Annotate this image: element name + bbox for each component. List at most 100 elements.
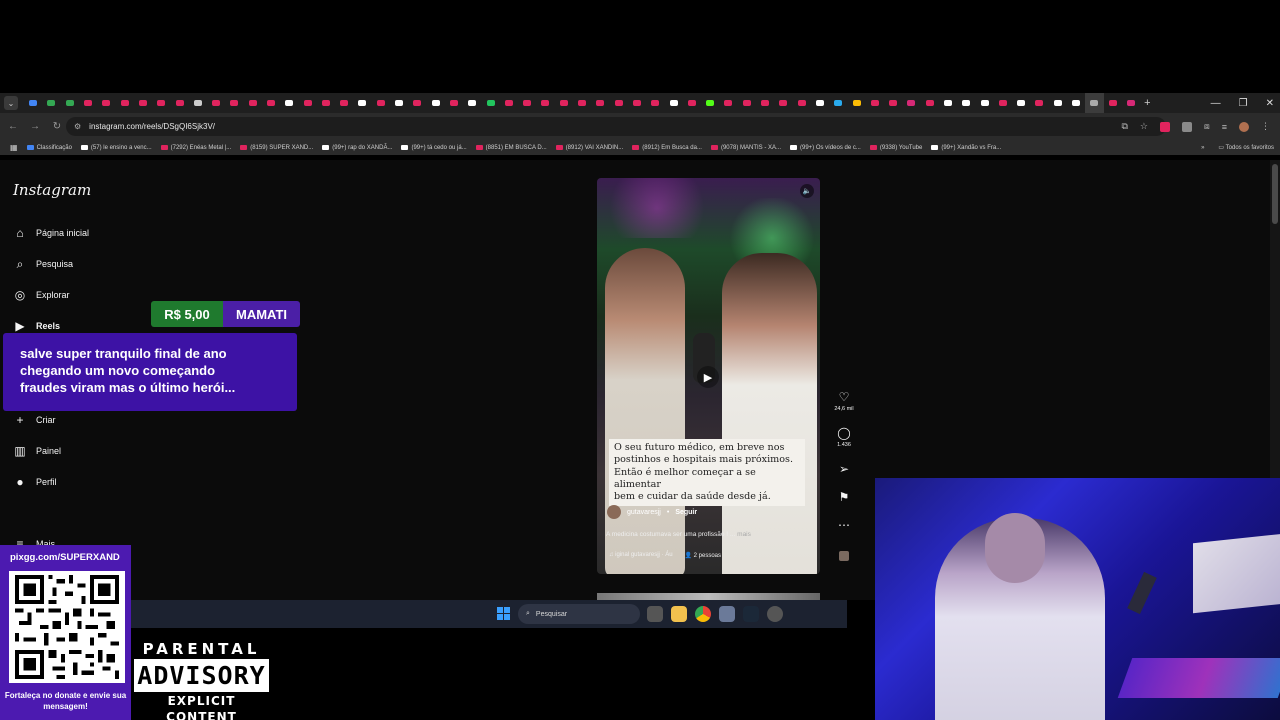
browser-tab[interactable] <box>390 93 408 113</box>
menu-kebab-icon[interactable]: ⋮ <box>1261 121 1270 132</box>
browser-tab[interactable] <box>902 93 920 113</box>
more-options-button[interactable]: ⋯ <box>832 518 856 532</box>
browser-tab[interactable] <box>79 93 97 113</box>
reload-icon[interactable]: ↻ <box>52 121 62 132</box>
steam-icon[interactable] <box>743 606 759 622</box>
browser-tab[interactable] <box>555 93 573 113</box>
youtube-extension-icon[interactable] <box>1160 121 1170 132</box>
taskbar-search[interactable]: ⌕ Pesquisar <box>518 604 640 624</box>
back-icon[interactable]: ← <box>8 121 18 132</box>
more-bookmarks-icon[interactable]: » <box>1201 145 1204 151</box>
browser-tab[interactable] <box>701 93 719 113</box>
omnibox[interactable]: ⚙ instagram.com/reels/DSgQI6Sjk3V/ <box>66 117 1166 136</box>
bookmark-item[interactable]: (8159) SUPER XAND... <box>240 145 313 151</box>
browser-tab[interactable] <box>646 93 664 113</box>
close-window-icon[interactable]: ✕ <box>1266 98 1274 109</box>
bookmark-star-icon[interactable]: ☆ <box>1140 121 1148 132</box>
bookmark-item[interactable]: (99+) tá cedo ou já... <box>401 145 467 151</box>
minimize-icon[interactable]: — <box>1211 98 1221 109</box>
browser-tab[interactable] <box>1049 93 1067 113</box>
browser-tab[interactable] <box>335 93 353 113</box>
bookmark-item[interactable]: (57) le ensino a venc... <box>80 145 152 151</box>
maximize-icon[interactable]: ❐ <box>1239 98 1248 109</box>
audio-label[interactable]: ♫ iginal gutavaresjj · Áu <box>609 552 673 559</box>
browser-tab[interactable] <box>866 93 884 113</box>
task-view-icon[interactable] <box>647 606 663 622</box>
bookmark-item[interactable]: (99+) Xandão vs Fra... <box>931 145 1001 151</box>
browser-tab[interactable] <box>975 93 993 113</box>
browser-tab[interactable] <box>372 93 390 113</box>
more-link[interactable]: mais <box>737 531 751 538</box>
browser-tab[interactable] <box>994 93 1012 113</box>
browser-tab[interactable] <box>115 93 133 113</box>
bookmark-item[interactable]: Classificação <box>26 145 72 151</box>
browser-tab[interactable] <box>170 93 188 113</box>
browser-tab[interactable] <box>610 93 628 113</box>
browser-tab[interactable] <box>884 93 902 113</box>
browser-tab[interactable] <box>207 93 225 113</box>
comment-button[interactable]: ◯ 1.436 <box>832 426 856 448</box>
browser-tab[interactable] <box>1085 93 1104 113</box>
browser-tab[interactable] <box>847 93 865 113</box>
tab-search-icon[interactable]: ⌄ <box>4 96 18 110</box>
browser-tab[interactable] <box>756 93 774 113</box>
instagram-logo[interactable]: Instagram <box>13 181 91 199</box>
browser-tab[interactable] <box>957 93 975 113</box>
browser-tab[interactable] <box>518 93 536 113</box>
browser-tab[interactable] <box>811 93 829 113</box>
browser-tab[interactable] <box>463 93 481 113</box>
bookmark-item[interactable]: (99+) Os vídeos de c... <box>789 145 861 151</box>
new-tab-icon[interactable]: + <box>1144 97 1150 109</box>
browser-tab[interactable] <box>317 93 335 113</box>
chrome-icon[interactable] <box>695 606 711 622</box>
settings-icon[interactable] <box>719 606 735 622</box>
bookmark-item[interactable]: (7292) Enéas Metal |... <box>160 145 231 151</box>
browser-tab[interactable] <box>829 93 847 113</box>
browser-tab[interactable] <box>1030 93 1048 113</box>
browser-tab[interactable] <box>427 93 445 113</box>
bookmark-item[interactable]: (8851) EM BUSCA D... <box>475 145 547 151</box>
author-avatar[interactable] <box>607 505 621 519</box>
bookmark-item[interactable]: (8912) VAI XANDIN... <box>555 145 623 151</box>
extension-icon[interactable] <box>1182 121 1192 132</box>
sidebar-item-painel[interactable]: ▥ Painel <box>13 444 61 458</box>
extensions-puzzle-icon[interactable]: ⧈ <box>1204 121 1210 132</box>
browser-tab[interactable] <box>921 93 939 113</box>
browser-tab[interactable] <box>1104 93 1122 113</box>
bookmark-item[interactable]: (9338) YouTube <box>869 145 922 151</box>
bookmark-item[interactable]: (8912) Em Busca da... <box>632 145 702 151</box>
browser-tab[interactable] <box>189 93 207 113</box>
tagged-people[interactable]: 👤 2 pessoas <box>685 552 722 559</box>
forward-icon[interactable]: → <box>30 121 40 132</box>
profile-avatar-icon[interactable] <box>1239 121 1249 132</box>
browser-tab[interactable] <box>298 93 316 113</box>
browser-tab[interactable] <box>24 93 42 113</box>
browser-tab[interactable] <box>262 93 280 113</box>
sidebar-item-explorar[interactable]: ◎ Explorar <box>13 288 70 302</box>
install-app-icon[interactable]: ⧉ <box>1121 121 1127 132</box>
media-control-icon[interactable]: ≡ <box>1222 122 1227 132</box>
browser-tab[interactable] <box>774 93 792 113</box>
save-button[interactable]: ⚑ <box>832 490 856 504</box>
windows-start-icon[interactable] <box>497 607 511 621</box>
browser-tab[interactable] <box>42 93 60 113</box>
browser-tab[interactable] <box>353 93 371 113</box>
browser-tab[interactable] <box>152 93 170 113</box>
site-info-icon[interactable]: ⚙ <box>74 122 81 131</box>
bookmark-item[interactable]: (99+) rap do XANDÃ... <box>322 145 392 151</box>
browser-tab[interactable] <box>500 93 518 113</box>
apps-grid-icon[interactable]: ▦ <box>10 143 18 152</box>
browser-tab[interactable] <box>481 93 499 113</box>
reel-video[interactable]: ▶ 🔈 O seu futuro médico, em breve nos po… <box>597 178 820 574</box>
scroll-thumb[interactable] <box>1272 164 1278 224</box>
browser-tab[interactable] <box>408 93 426 113</box>
browser-tab[interactable] <box>280 93 298 113</box>
browser-tab[interactable] <box>719 93 737 113</box>
browser-tab[interactable] <box>573 93 591 113</box>
browser-tab[interactable] <box>97 93 115 113</box>
browser-tab[interactable] <box>792 93 810 113</box>
browser-tab[interactable] <box>134 93 152 113</box>
browser-tab[interactable] <box>244 93 262 113</box>
all-favorites-folder[interactable]: ▭ Todos os favoritos <box>1218 144 1274 151</box>
browser-tab[interactable] <box>225 93 243 113</box>
